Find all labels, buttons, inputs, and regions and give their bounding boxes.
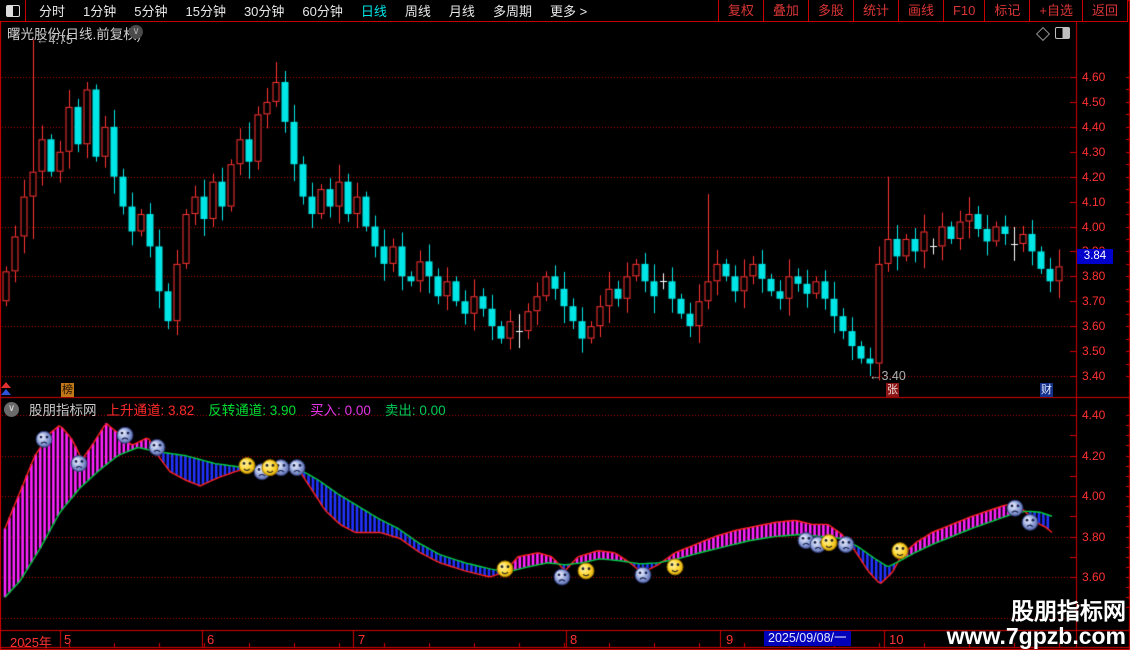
main-axis-label: 3.50 (1082, 344, 1106, 359)
menu-right-item-1[interactable]: 复权 (717, 0, 763, 21)
indicator-axis-label: 3.60 (1082, 570, 1106, 584)
indicator-source-label: 股朋指标网 (29, 403, 97, 418)
indicator-header: ∨ 股朋指标网 上升通道: 3.82 反转通道: 3.90 买入: 0.00 卖出: … (4, 399, 446, 419)
page-title: 曙光股份(日线.前复权) (7, 27, 142, 42)
menu-right-item-4[interactable]: 统计 (852, 0, 898, 21)
main-axis-label: 4.00 (1082, 219, 1106, 234)
watermark-site-name: 股朋指标网 (1011, 598, 1126, 624)
menu-item-7[interactable]: 日线 (352, 1, 396, 20)
indicator-field-4: 卖出: 0.00 (384, 403, 446, 418)
last-price-tag: 3.84 (1077, 249, 1113, 264)
badge-张[interactable]: 张 (886, 383, 899, 397)
indicator-axis-label: 4.40 (1082, 408, 1106, 422)
current-date-tag: 2025/09/08/一 (764, 631, 851, 646)
menu-right-item-5[interactable]: 画线 (897, 0, 943, 21)
menu-bar: 分时 1分钟 5分钟 15分钟 30分钟 60分钟 日线 周线 月线 多周期 更多 > 复权 叠加 多股… (0, 0, 1128, 22)
menu-left: 分时 1分钟 5分钟 15分钟 30分钟 60分钟 日线 周线 月线 多周期 更多 > (30, 1, 596, 20)
badge-财[interactable]: 财 (1040, 383, 1053, 397)
menu-item-1[interactable]: 分时 (30, 1, 74, 20)
main-axis-label: 4.50 (1082, 94, 1106, 109)
indicator-axis-label: 3.80 (1082, 529, 1106, 544)
menu-item-9[interactable]: 月线 (440, 1, 484, 20)
main-axis-label: 3.60 (1082, 319, 1106, 334)
menu-item-2[interactable]: 1分钟 (74, 1, 125, 20)
time-label-10: 10 (889, 632, 904, 647)
indicator-field-2: 反转通道: 3.90 (208, 403, 297, 418)
low-annotation: ←3.40 (869, 369, 906, 383)
title-chevron-down-icon[interactable]: ∨ (129, 25, 143, 39)
indicator-field-3: 买入: 0.00 (310, 403, 371, 418)
main-axis-label: 4.10 (1082, 194, 1106, 209)
split-left-icon (5, 4, 20, 17)
time-label-9: 9 (726, 632, 734, 647)
chart-canvas[interactable] (0, 0, 1130, 650)
badge-榜[interactable]: 榜 (61, 383, 74, 397)
time-label-6: 6 (207, 632, 215, 647)
menu-right-item-9[interactable]: 返回 (1081, 0, 1128, 21)
indicator-values: 上升通道: 3.82 反转通道: 3.90 买入: 0.00 卖出: 0.00 (107, 399, 446, 419)
split-right-icon[interactable] (1055, 27, 1070, 39)
menu-right-item-2[interactable]: 叠加 (762, 0, 808, 21)
time-label-5: 5 (64, 632, 72, 647)
menu-right-item-8[interactable]: +自选 (1029, 0, 1082, 21)
menu-item-3[interactable]: 5分钟 (125, 1, 176, 20)
menu-item-8[interactable]: 周线 (396, 1, 440, 20)
time-label-8: 8 (570, 632, 578, 647)
main-axis-label: 4.60 (1082, 70, 1106, 84)
menu-right-item-3[interactable]: 多股 (807, 0, 853, 21)
menu-item-4[interactable]: 15分钟 (176, 1, 234, 20)
main-axis-label: 3.40 (1082, 369, 1106, 383)
main-axis-label: 4.30 (1082, 144, 1106, 159)
watermark: 股朋指标网 www.7gpzb.com (947, 599, 1126, 649)
menu-item-11[interactable]: 更多 > (541, 1, 596, 20)
indicator-axis-label: 4.20 (1082, 448, 1106, 463)
indicator-field-1: 上升通道: 3.82 (106, 403, 195, 418)
main-axis-label: 4.20 (1082, 169, 1106, 184)
indicator-chevron-down-icon[interactable]: ∨ (4, 401, 19, 417)
menu-item-6[interactable]: 60分钟 (293, 1, 351, 20)
window-mode-button[interactable] (0, 0, 26, 21)
watermark-site-url: www.7gpzb.com (946, 623, 1126, 649)
logo-icon (1, 382, 11, 395)
high-annotation: ←4.75 (36, 33, 73, 47)
main-axis-label: 3.70 (1082, 294, 1106, 309)
menu-right-item-6[interactable]: F10 (942, 0, 984, 21)
time-label-2025年: 2025年 (10, 635, 52, 650)
menu-item-10[interactable]: 多周期 (484, 1, 541, 20)
main-axis-label: 4.40 (1082, 119, 1106, 134)
menu-right: 复权 叠加 多股 统计 画线 F10 标记 +自选 返回 (717, 0, 1128, 21)
main-axis-label: 3.80 (1082, 269, 1106, 284)
menu-item-5[interactable]: 30分钟 (235, 1, 293, 20)
menu-right-item-7[interactable]: 标记 (984, 0, 1029, 21)
time-label-7: 7 (358, 632, 366, 647)
indicator-axis-label: 4.00 (1082, 489, 1106, 503)
app-window: 分时 1分钟 5分钟 15分钟 30分钟 60分钟 日线 周线 月线 多周期 更多 > 复权 叠加 多股… (0, 0, 1130, 650)
